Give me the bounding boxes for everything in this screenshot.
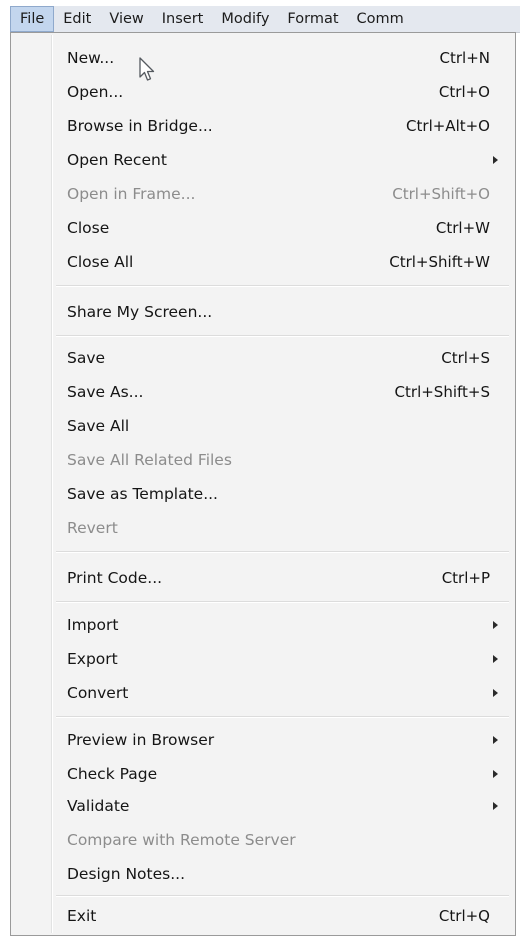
file-menu-dropdown: New... Ctrl+N Open... Ctrl+O Browse in B… (10, 32, 516, 936)
menu-item-import[interactable]: Import (14, 608, 512, 642)
menu-item-save-all[interactable]: Save All (14, 409, 512, 443)
menu-separator (56, 335, 509, 337)
menu-separator (56, 601, 509, 603)
menu-item-exit[interactable]: Exit Ctrl+Q (14, 899, 512, 933)
submenu-arrow-icon (493, 621, 498, 629)
mouse-pointer-icon (139, 57, 155, 81)
menu-item-convert[interactable]: Convert (14, 676, 512, 710)
menu-item-label: Open Recent (67, 151, 167, 169)
menu-item-validate[interactable]: Validate (14, 789, 512, 823)
menu-item-shortcut: Ctrl+P (441, 569, 490, 587)
menu-item-close-all[interactable]: Close All Ctrl+Shift+W (14, 245, 512, 279)
menu-item-label: Export (67, 650, 118, 668)
menu-item-save-as[interactable]: Save As... Ctrl+Shift+S (14, 375, 512, 409)
menu-item-preview-in-browser[interactable]: Preview in Browser (14, 723, 512, 757)
menu-item-label: Compare with Remote Server (67, 831, 296, 849)
menu-separator (56, 895, 509, 897)
menu-item-label: Import (67, 616, 119, 634)
menu-item-share-my-screen[interactable]: Share My Screen... (14, 295, 512, 329)
menu-item-label: Validate (67, 797, 130, 815)
menu-item-close[interactable]: Close Ctrl+W (14, 211, 512, 245)
menu-item-new[interactable]: New... Ctrl+N (14, 41, 512, 75)
menu-item-check-page[interactable]: Check Page (14, 757, 512, 791)
menu-item-label: New... (67, 49, 115, 67)
submenu-arrow-icon (493, 156, 498, 164)
menubar-view[interactable]: View (100, 6, 152, 32)
menu-item-shortcut: Ctrl+Q (438, 907, 490, 925)
menu-item-label: Print Code... (67, 569, 163, 587)
menu-item-shortcut: Ctrl+Shift+O (392, 185, 490, 203)
menu-item-label: Open in Frame... (67, 185, 196, 203)
menu-item-label: Save All Related Files (67, 451, 232, 469)
menu-item-open-in-frame: Open in Frame... Ctrl+Shift+O (14, 177, 512, 211)
menu-item-browse-in-bridge[interactable]: Browse in Bridge... Ctrl+Alt+O (14, 109, 512, 143)
menu-item-save-all-related-files: Save All Related Files (14, 443, 512, 477)
menu-item-label: Save All (67, 417, 130, 435)
menu-item-label: Convert (67, 684, 129, 702)
menubar-commands[interactable]: Comm (348, 6, 413, 32)
menu-item-label: Close (67, 219, 110, 237)
menu-bar: File Edit View Insert Modify Format Comm (10, 6, 520, 33)
menu-item-shortcut: Ctrl+Shift+S (394, 383, 490, 401)
menu-item-label: Open... (67, 83, 124, 101)
menu-item-label: Check Page (67, 765, 158, 783)
menu-item-label: Browse in Bridge... (67, 117, 213, 135)
menu-separator (56, 285, 509, 287)
menubar-edit[interactable]: Edit (54, 6, 100, 32)
menu-item-open[interactable]: Open... Ctrl+O (14, 75, 512, 109)
menu-item-shortcut: Ctrl+W (435, 219, 490, 237)
menu-item-label: Revert (67, 519, 118, 537)
menu-item-shortcut: Ctrl+O (438, 83, 490, 101)
menu-item-print-code[interactable]: Print Code... Ctrl+P (14, 561, 512, 595)
menu-item-label: Save as Template... (67, 485, 218, 503)
menu-item-label: Preview in Browser (67, 731, 215, 749)
menubar-format[interactable]: Format (278, 6, 347, 32)
submenu-arrow-icon (493, 736, 498, 744)
menu-item-label: Exit (67, 907, 97, 925)
menu-item-shortcut: Ctrl+Alt+O (406, 117, 490, 135)
submenu-arrow-icon (493, 655, 498, 663)
menu-separator (56, 716, 509, 718)
menu-item-design-notes[interactable]: Design Notes... (14, 857, 512, 891)
submenu-arrow-icon (493, 770, 498, 778)
menu-item-export[interactable]: Export (14, 642, 512, 676)
menu-item-save-as-template[interactable]: Save as Template... (14, 477, 512, 511)
menu-separator (56, 551, 509, 553)
menu-item-shortcut: Ctrl+Shift+W (389, 253, 490, 271)
menu-item-save[interactable]: Save Ctrl+S (14, 341, 512, 375)
submenu-arrow-icon (493, 689, 498, 697)
menu-item-label: Share My Screen... (67, 303, 213, 321)
menu-item-compare-with-remote-server: Compare with Remote Server (14, 823, 512, 857)
menu-item-label: Close All (67, 253, 134, 271)
menu-item-label: Design Notes... (67, 865, 185, 883)
screen: File Edit View Insert Modify Format Comm… (0, 0, 520, 944)
menubar-modify[interactable]: Modify (212, 6, 278, 32)
menu-item-open-recent[interactable]: Open Recent (14, 143, 512, 177)
menubar-file[interactable]: File (10, 6, 55, 32)
menu-item-label: Save As... (67, 383, 144, 401)
menu-item-revert: Revert (14, 511, 512, 545)
menubar-insert[interactable]: Insert (153, 6, 213, 32)
menu-item-label: Save (67, 349, 106, 367)
submenu-arrow-icon (493, 802, 498, 810)
menu-item-shortcut: Ctrl+N (439, 49, 490, 67)
menu-item-shortcut: Ctrl+S (441, 349, 490, 367)
